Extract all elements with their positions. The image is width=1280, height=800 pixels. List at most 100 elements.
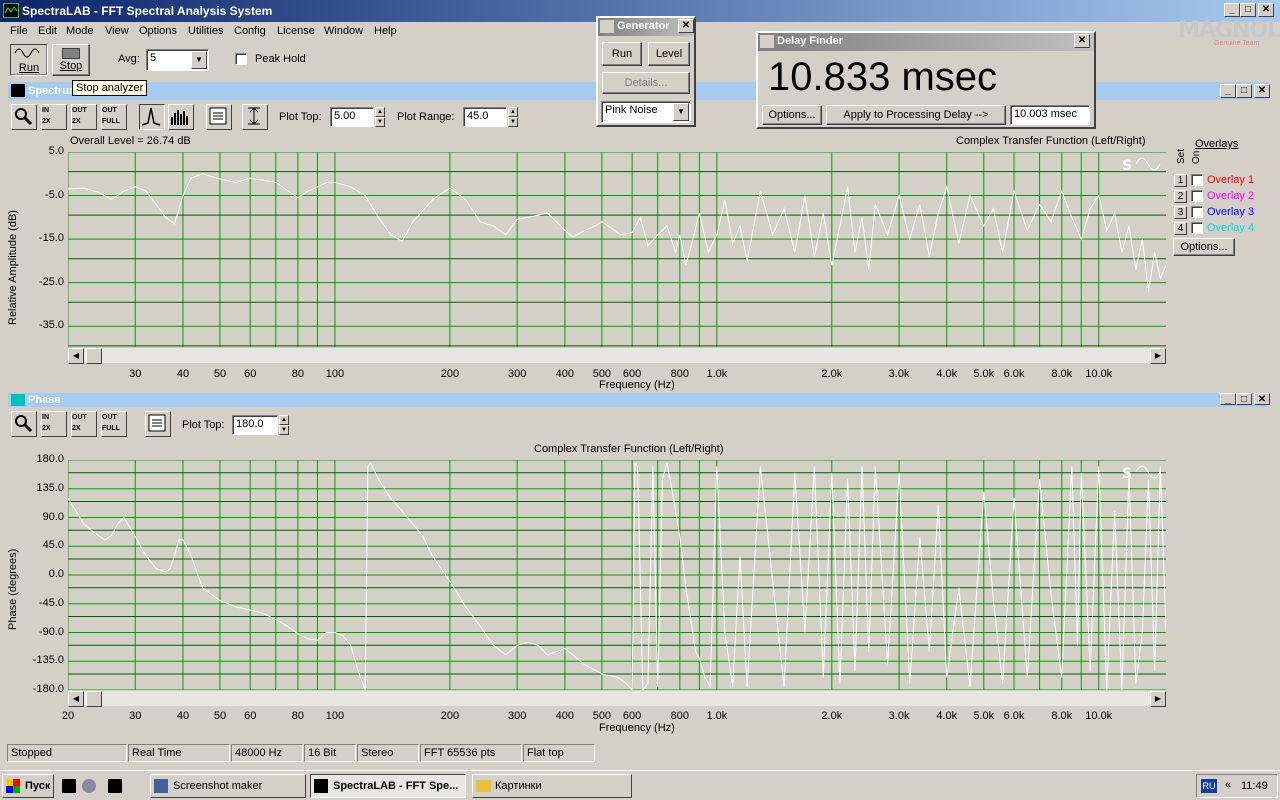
task-spectralab[interactable]: SpectraLAB - FFT Spe... — [310, 774, 466, 798]
menu-options[interactable]: Options — [139, 25, 177, 37]
menu-license[interactable]: License — [277, 25, 315, 37]
menu-edit[interactable]: Edit — [38, 25, 57, 37]
language-indicator[interactable]: RU — [1201, 779, 1217, 793]
on-label: On — [1191, 150, 1202, 164]
phase-plot-top-down-icon[interactable]: ▼ — [279, 425, 289, 435]
zoom-out-2x-icon[interactable]: OUT 2X — [71, 104, 97, 130]
minimize-icon[interactable]: _ — [1224, 3, 1240, 17]
task-screenshot-maker[interactable]: Screenshot maker — [150, 774, 306, 798]
menu-config[interactable]: Config — [234, 25, 266, 37]
phase-plot-top-input[interactable]: 180.0 — [232, 415, 278, 435]
avg-select[interactable]: 5 ▼ — [146, 49, 209, 71]
delay-options-button[interactable]: Options... — [762, 105, 822, 125]
generator-chevron-down-icon[interactable]: ▼ — [673, 103, 689, 121]
peak-hold-checkbox[interactable] — [235, 53, 247, 65]
phase-scroll-thumb[interactable] — [86, 691, 102, 707]
apply-delay-button[interactable]: Apply to Processing Delay --> — [826, 105, 1006, 125]
phase-zoom-icon[interactable] — [11, 411, 37, 437]
run-button[interactable]: Run — [10, 44, 48, 76]
window-title: SpectraLAB - FFT Spectral Analysis Syste… — [22, 4, 273, 18]
generator-title-bar[interactable]: Generator ✕ — [598, 18, 694, 36]
menu-help[interactable]: Help — [374, 25, 397, 37]
stop-button[interactable]: Stop — [52, 44, 90, 76]
phase-minimize-icon[interactable]: _ — [1220, 393, 1236, 405]
processing-delay-input[interactable]: 10.003 msec — [1010, 105, 1090, 125]
scroll-thumb[interactable] — [86, 348, 102, 364]
spectrum-plot[interactable]: S — [68, 152, 1166, 348]
x-tick-label: 500 — [592, 710, 612, 722]
overlay-set-button-3[interactable]: 3 — [1174, 206, 1187, 219]
generator-run-button[interactable]: Run — [602, 42, 642, 66]
settings-list-icon[interactable] — [206, 104, 232, 130]
plot-top-down-icon[interactable]: ▼ — [375, 117, 385, 127]
spectrum-minimize-icon[interactable]: _ — [1220, 84, 1236, 98]
phase-scroll-right-icon[interactable]: ▶ — [1150, 691, 1166, 707]
phase-scrollbar[interactable]: ◀ ▶ — [68, 690, 1166, 707]
generator-level-button[interactable]: Level — [648, 42, 690, 66]
overlay-on-checkbox-1[interactable] — [1191, 174, 1203, 186]
plot-top-input[interactable]: 5.00 — [330, 107, 374, 127]
quicklaunch-spectralab-icon[interactable] — [62, 779, 76, 793]
zoom-icon[interactable] — [11, 104, 37, 130]
app-icon — [3, 3, 19, 18]
phase-settings-list-icon[interactable] — [145, 411, 171, 437]
menu-view[interactable]: View — [105, 25, 129, 37]
generator-window: Generator ✕ Run Level Details... Pink No… — [596, 16, 696, 127]
phase-title-bar[interactable]: Phase _ □ ✕ — [8, 393, 1270, 407]
quicklaunch-app-icon[interactable] — [108, 779, 122, 793]
task-pictures[interactable]: Картинки — [472, 774, 632, 798]
phase-zoom-out-full-icon[interactable]: OUT FULL — [101, 411, 127, 437]
overlay-set-button-2[interactable]: 2 — [1174, 190, 1187, 203]
status-channels: Stereo — [357, 744, 419, 762]
zoom-out-full-icon[interactable]: OUT FULL — [101, 104, 127, 130]
x-tick-label: 10.0k — [1085, 368, 1113, 380]
zoom-in-2x-icon[interactable]: IN 2X — [41, 104, 67, 130]
overlay-set-button-4[interactable]: 4 — [1174, 222, 1187, 235]
x-tick-label: 10.0k — [1085, 710, 1113, 722]
start-button[interactable]: Пуск — [2, 774, 54, 798]
phase-maximize-icon[interactable]: □ — [1236, 393, 1252, 405]
phase-close-icon[interactable]: ✕ — [1254, 393, 1270, 405]
generator-signal-select[interactable]: Pink Noise ▼ — [601, 101, 691, 123]
line-plot-icon[interactable] — [139, 104, 165, 130]
chevron-down-icon[interactable]: ▼ — [191, 51, 207, 69]
bar-plot-icon[interactable] — [168, 104, 194, 130]
overlay-set-button-1[interactable]: 1 — [1174, 174, 1187, 187]
avg-value: 5 — [150, 52, 157, 64]
menu-utilities[interactable]: Utilities — [188, 25, 223, 37]
spectrum-close-icon[interactable]: ✕ — [1254, 84, 1270, 98]
windows-logo-icon — [6, 779, 20, 793]
delay-finder-title-bar[interactable]: Delay Finder ✕ — [758, 33, 1094, 51]
delay-finder-close-icon[interactable]: ✕ — [1074, 34, 1090, 48]
menu-file[interactable]: File — [10, 25, 28, 37]
phase-zoom-in-2x-icon[interactable]: IN 2X — [41, 411, 67, 437]
menu-window[interactable]: Window — [324, 25, 363, 37]
maximize-icon[interactable]: □ — [1240, 3, 1256, 17]
y-tick-label: -180.0 — [32, 683, 64, 695]
scroll-right-icon[interactable]: ▶ — [1150, 348, 1166, 364]
generator-details-button[interactable]: Details... — [602, 72, 690, 94]
phase-scroll-left-icon[interactable]: ◀ — [68, 691, 84, 707]
overlay-on-checkbox-2[interactable] — [1191, 190, 1203, 202]
tray-expand-icon[interactable]: « — [1225, 779, 1231, 791]
overlay-on-checkbox-3[interactable] — [1191, 206, 1203, 218]
overlay-on-checkbox-4[interactable] — [1191, 222, 1203, 234]
spectrum-maximize-icon[interactable]: □ — [1236, 84, 1252, 98]
quicklaunch-globe-icon[interactable] — [82, 779, 96, 793]
scroll-left-icon[interactable]: ◀ — [68, 348, 84, 364]
vertical-scale-icon[interactable] — [242, 104, 268, 130]
close-icon[interactable]: ✕ — [1258, 3, 1274, 17]
plot-range-up-icon[interactable]: ▲ — [508, 107, 518, 117]
overlays-options-button[interactable]: Options... — [1173, 238, 1235, 256]
phase-plot-top-up-icon[interactable]: ▲ — [279, 415, 289, 425]
delay-finder-title: Delay Finder — [777, 35, 844, 47]
phase-plot[interactable]: S — [68, 460, 1166, 690]
delay-finder-window: Delay Finder ✕ 10.833 msec Options... Ap… — [756, 31, 1096, 129]
spectrum-scrollbar[interactable]: ◀ ▶ — [68, 347, 1166, 364]
generator-close-icon[interactable]: ✕ — [678, 19, 694, 33]
plot-top-up-icon[interactable]: ▲ — [375, 107, 385, 117]
menu-mode[interactable]: Mode — [66, 25, 94, 37]
phase-zoom-out-2x-icon[interactable]: OUT 2X — [71, 411, 97, 437]
plot-range-down-icon[interactable]: ▼ — [508, 117, 518, 127]
plot-range-input[interactable]: 45.0 — [463, 107, 507, 127]
